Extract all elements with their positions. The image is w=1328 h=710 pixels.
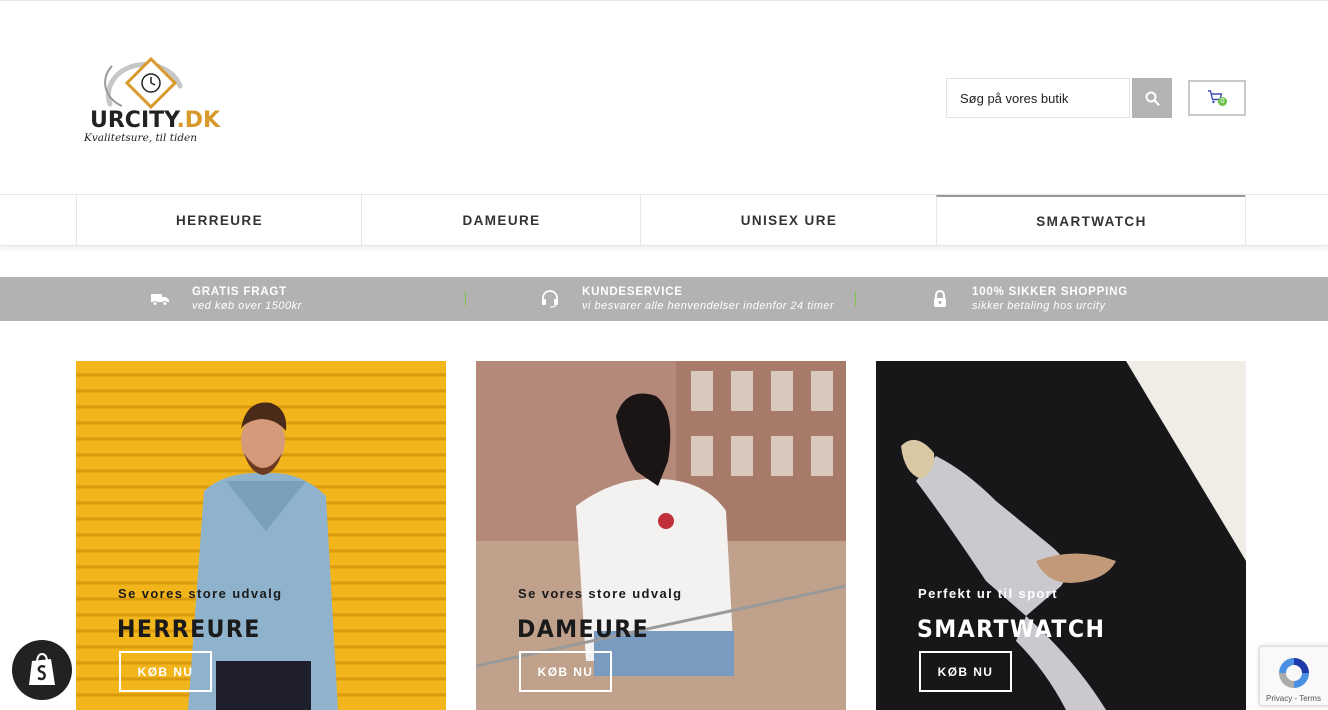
card-title: DAMEURE bbox=[517, 615, 650, 643]
logo-wordmark: URCITY.DK bbox=[90, 108, 221, 133]
nav-item-herreure[interactable]: HERREURE bbox=[76, 195, 362, 246]
search-input[interactable] bbox=[946, 78, 1130, 118]
urcity-logo[interactable]: URCITY.DK Kvalitetsure, til tiden bbox=[82, 46, 232, 150]
logo-tagline: Kvalitetsure, til tiden bbox=[84, 132, 198, 144]
cart-count-badge: 0 bbox=[1218, 97, 1227, 106]
card-subtitle: Se vores store udvalg bbox=[518, 586, 683, 601]
search-form bbox=[946, 78, 1172, 118]
usp-secure-shopping: 100% SIKKER SHOPPING sikker betaling hos… bbox=[929, 277, 1128, 321]
usp-free-shipping: GRATIS FRAGT ved køb over 1500kr bbox=[149, 277, 302, 321]
cart-button[interactable]: 0 bbox=[1188, 80, 1246, 116]
watch-logo-icon bbox=[104, 56, 183, 110]
headset-icon bbox=[539, 288, 561, 310]
usp-title: GRATIS FRAGT bbox=[192, 286, 287, 298]
usp-title: KUNDESERVICE bbox=[582, 286, 683, 298]
category-card-herreure[interactable]: Se vores store udvalg HERREURE KØB NU bbox=[76, 361, 446, 710]
site-header: URCITY.DK Kvalitetsure, til tiden 0 bbox=[0, 0, 1328, 195]
main-nav: HERREURE DAMEURE UNISEX URE SMARTWATCH bbox=[0, 195, 1328, 246]
search-icon bbox=[1145, 91, 1160, 106]
card-title: SMARTWATCH bbox=[917, 615, 1106, 643]
nav-item-smartwatch[interactable]: SMARTWATCH bbox=[936, 195, 1246, 246]
usp-subtitle: sikker betaling hos urcity bbox=[972, 300, 1106, 312]
shopify-badge[interactable] bbox=[12, 640, 72, 700]
lock-icon bbox=[929, 288, 951, 310]
nav-item-dameure[interactable]: DAMEURE bbox=[361, 195, 641, 246]
search-button[interactable] bbox=[1132, 78, 1172, 118]
shopify-bag-icon bbox=[29, 653, 55, 685]
category-card-smartwatch[interactable]: Perfekt ur til sport SMARTWATCH KØB NU bbox=[876, 361, 1246, 710]
recaptcha-icon bbox=[1279, 658, 1309, 688]
truck-icon bbox=[149, 288, 171, 310]
category-card-dameure[interactable]: Se vores store udvalg DAMEURE KØB NU bbox=[476, 361, 846, 710]
recaptcha-badge[interactable]: Privacy - Terms bbox=[1259, 646, 1328, 706]
usp-customer-service: KUNDESERVICE vi besvarer alle henvendels… bbox=[539, 277, 834, 321]
usp-divider bbox=[465, 291, 466, 306]
recaptcha-links[interactable]: Privacy - Terms bbox=[1266, 694, 1321, 703]
buy-now-button-dameure[interactable]: KØB NU bbox=[519, 651, 612, 692]
nav-divider bbox=[1245, 195, 1246, 246]
usp-title: 100% SIKKER SHOPPING bbox=[972, 286, 1128, 298]
card-title: HERREURE bbox=[117, 615, 261, 643]
usp-bar: GRATIS FRAGT ved køb over 1500kr KUNDESE… bbox=[0, 277, 1328, 321]
card-subtitle: Se vores store udvalg bbox=[118, 586, 283, 601]
buy-now-button-smartwatch[interactable]: KØB NU bbox=[919, 651, 1012, 692]
card-subtitle: Perfekt ur til sport bbox=[918, 586, 1058, 601]
usp-subtitle: vi besvarer alle henvendelser indenfor 2… bbox=[582, 300, 835, 312]
usp-subtitle: ved køb over 1500kr bbox=[192, 300, 302, 312]
buy-now-button-herreure[interactable]: KØB NU bbox=[119, 651, 212, 692]
nav-item-unisex-ure[interactable]: UNISEX URE bbox=[640, 195, 937, 246]
usp-divider bbox=[855, 291, 856, 306]
